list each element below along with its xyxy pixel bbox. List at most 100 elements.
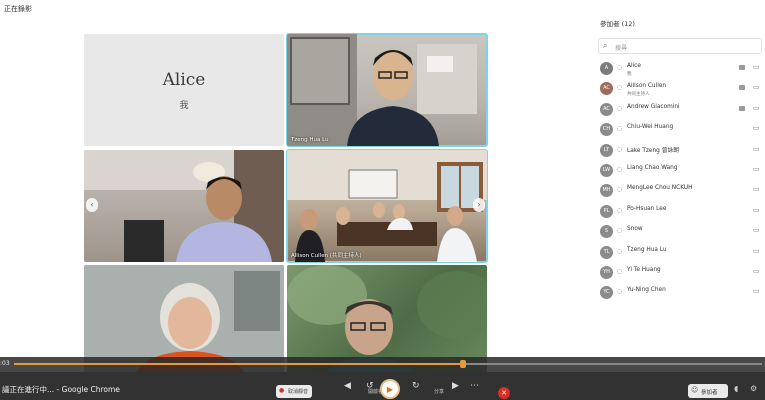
participant-name: Chiu-Wei Huang [627,124,674,131]
connection-icon: ◌ [617,267,623,275]
video-progress-bar[interactable]: :03 [0,357,765,372]
participant-row[interactable]: MH ◌ MengLee Chou NCKUH ▭ [596,181,765,201]
participant-search-input[interactable]: ⌕ 搜尋 [598,38,762,54]
participant-name: Tzeng Hua Lu [627,246,667,253]
connection-icon: ◌ [617,145,623,153]
camera-icon[interactable]: ▭ [753,63,760,71]
participant-name: Snow [627,226,643,233]
connection-icon: ◌ [617,186,623,194]
camera-icon[interactable]: ▭ [753,206,760,214]
connection-icon: ◌ [617,125,623,133]
participants-button[interactable]: ☺ 參加者 [688,384,728,398]
participant-row[interactable]: LW ◌ Liang Chao Wang ▭ [596,161,765,181]
participant-name: Yu-Ning Chen [627,287,666,294]
progress-fill [14,363,463,365]
connection-icon: ◌ [617,206,623,214]
play-button[interactable]: ▶ [380,379,400,399]
connection-icon: ◌ [617,247,623,255]
camera-icon[interactable]: ▭ [753,104,760,112]
participant-role: 共同主持人 [627,92,650,98]
participant-avatar: CH [600,123,613,137]
participant-video [287,34,477,146]
previous-page-arrow[interactable]: ‹ [86,198,98,212]
participant-avatar: TL [600,245,613,259]
search-placeholder: 搜尋 [615,45,628,52]
video-tile-allison-cullen[interactable]: Allison Cullen (共同主持人) › [286,149,488,263]
participant-row[interactable]: AC ◌ Andrew Giacomini ▭ [596,100,765,120]
participant-row[interactable]: AC ◌ Allison Cullen 共同主持人 ▭ [596,79,765,99]
playback-time: :03 [0,360,10,367]
unmute-button[interactable]: ● 取消靜音 [276,385,313,398]
participants-panel-title: 參加者 (12) [600,20,635,28]
participant-row[interactable]: A ◌ Alice 我 ▭ [596,59,765,79]
participant-row[interactable]: CH ◌ Chiu-Wei Huang ▭ [596,120,765,140]
video-tile-alice[interactable]: Alice 我 [84,34,284,146]
search-icon: ⌕ [603,41,608,50]
camera-icon[interactable]: ▭ [753,226,760,234]
participant-name: MengLee Chou NCKUH [627,185,693,192]
participant-name: Lake Tzeng 曾詠朗 [627,147,680,154]
connection-icon: ◌ [617,227,623,235]
participant-row[interactable]: YC ◌ Yu-Ning Chen ▭ [596,283,765,303]
unmute-label: 取消靜音 [288,389,309,395]
settings-icon[interactable]: ⚙ [750,384,757,393]
participants-label: 參加者 [701,390,718,396]
camera-icon[interactable]: ▭ [753,247,760,255]
video-tile-participant-3[interactable]: ‹ [84,150,284,262]
connection-icon: ◌ [617,64,623,71]
participants-panel: 參加者 (12) ⌕ 搜尋 A ◌ Alice 我 ▭ AC ◌ Allison Cullen… [596,14,765,304]
participant-row[interactable]: LT ◌ Lake Tzeng 曾詠朗 ▭ [596,141,765,161]
camera-icon[interactable]: ▭ [753,287,760,295]
end-call-button[interactable]: ✕ [498,387,510,399]
participant-row[interactable]: YH ◌ Yi Te Huang ▭ [596,263,765,283]
participant-name: Alice [627,63,641,69]
participant-name: Yi Te Huang [627,266,661,273]
participant-avatar: YH [600,265,613,279]
window-title: 議正在進行中... - Google Chrome [2,385,120,394]
participant-role: 我 [627,72,632,77]
mic-icon[interactable] [739,85,745,91]
participant-avatar: S [600,225,613,239]
replay-icon[interactable]: ↺ [366,381,374,391]
participant-avatar: A [600,62,613,75]
video-grid: Alice 我 Tzeng Hua Lu ‹ Allison Cullen (共… [84,33,488,377]
forward-icon[interactable]: ↻ [412,381,420,391]
next-page-arrow[interactable]: › [473,198,485,212]
taskbar: 議正在進行中... - Google Chrome ● 取消靜音 ◀ 開啟視訊 … [0,372,765,400]
connection-icon: ◌ [617,165,623,173]
participant-avatar: YC [600,286,613,300]
participant-video [84,150,284,262]
participant-video [287,150,487,262]
participant-avatar: AC [600,82,613,96]
participant-list: A ◌ Alice 我 ▭ AC ◌ Allison Cullen 共同主持人 ▭ AC ◌ Andre… [596,59,765,304]
progress-handle[interactable] [459,360,466,368]
people-icon: ☺ [691,386,699,394]
participant-avatar: LT [600,143,613,157]
tile-participant-name: Allison Cullen (共同主持人) [291,253,362,259]
participant-avatar: LW [600,163,613,177]
volume-icon[interactable]: ◖ [734,384,738,393]
participant-row[interactable]: PL ◌ Po-Hsuan Lee ▭ [596,202,765,222]
camera-icon[interactable]: ▭ [753,267,760,275]
participant-row[interactable]: TL ◌ Tzeng Hua Lu ▭ [596,243,765,263]
participant-name: Allison Cullen [627,83,667,90]
camera-icon[interactable]: ▭ [753,124,760,132]
participant-row[interactable]: S ◌ Snow ▭ [596,222,765,242]
camera-icon[interactable]: ▭ [753,145,760,153]
more-icon[interactable]: ⋯ [470,381,479,391]
camera-icon[interactable]: ▭ [753,185,760,193]
tile-self-name: Alice [162,70,206,90]
skip-forward-icon[interactable]: ▶ [452,381,459,391]
recording-title: 正在錄影 [4,5,32,13]
mic-icon[interactable] [739,65,745,70]
connection-icon: ◌ [617,104,623,112]
tile-participant-name: Tzeng Hua Lu [291,137,329,143]
mic-icon[interactable] [739,105,745,111]
share-button[interactable]: 分享 [424,385,448,398]
video-tile-tzeng-hua-lu[interactable]: Tzeng Hua Lu [286,33,488,147]
camera-icon[interactable]: ▭ [753,83,760,91]
participant-name: Andrew Giacomini [627,103,680,110]
tile-self-label: 我 [179,101,189,111]
camera-icon[interactable]: ▭ [753,165,760,173]
participant-avatar: AC [600,102,613,116]
